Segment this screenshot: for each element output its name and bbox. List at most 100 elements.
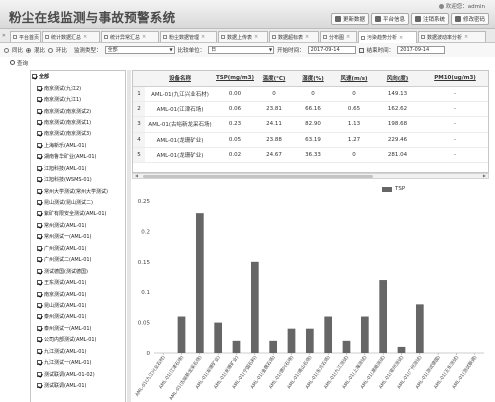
tree-item[interactable]: 九江测试一(AML-01) bbox=[31, 357, 125, 368]
logout-button[interactable]: 注销系统 bbox=[410, 13, 449, 25]
tree-item[interactable]: 公司内部测试(AML-01) bbox=[31, 334, 125, 345]
tree-item[interactable]: 南京测试(九江1) bbox=[31, 94, 125, 105]
tab-distribution[interactable]: 分布图 × bbox=[320, 31, 357, 42]
tree-item[interactable]: 泰州测试一(AML-01) bbox=[31, 323, 125, 334]
col-humidity[interactable]: 湿度(%) bbox=[293, 71, 333, 87]
splitter[interactable] bbox=[127, 70, 131, 402]
close-icon[interactable]: × bbox=[201, 34, 205, 40]
tree-item[interactable]: 江旭科技(WSMS-01) bbox=[31, 174, 125, 185]
tab-dust-data[interactable]: 粉尘数据管理 × bbox=[160, 31, 217, 42]
tree-item[interactable]: 常州大学测试(常州大学测试) bbox=[31, 185, 125, 196]
close-icon[interactable]: × bbox=[254, 34, 258, 40]
checkbox[interactable] bbox=[37, 360, 42, 366]
checkbox[interactable] bbox=[37, 188, 42, 194]
checkbox[interactable] bbox=[37, 302, 42, 308]
checkbox[interactable] bbox=[32, 74, 37, 80]
tree-item[interactable]: 南京测试(九江2) bbox=[31, 82, 125, 93]
tree-item[interactable]: 紫矿有限安全测试(AML-01) bbox=[31, 208, 125, 219]
checkbox[interactable] bbox=[37, 165, 42, 171]
tab-stat-summary[interactable]: 统计数据汇总 × bbox=[42, 31, 100, 42]
tree-item[interactable]: 广州测试(AML-01) bbox=[31, 243, 125, 254]
table-row[interactable]: 2 AML-01(江津石场) 0.06 23.81 66.16 0.65 162.62- bbox=[133, 101, 488, 118]
tab-exceed-table[interactable]: 数据超标表 × bbox=[269, 31, 319, 42]
change-password-button[interactable]: 修改密码 bbox=[450, 13, 489, 25]
checkbox[interactable] bbox=[37, 108, 42, 114]
checkbox[interactable] bbox=[37, 337, 42, 343]
checkbox[interactable] bbox=[37, 177, 42, 183]
query-button[interactable]: 查询 bbox=[17, 59, 28, 67]
tree-item[interactable]: 南京测试(南京测试2) bbox=[31, 105, 125, 116]
tab-stat-anomaly[interactable]: 统计异常汇总 × bbox=[101, 31, 159, 42]
radio-yoy[interactable] bbox=[4, 47, 9, 53]
col-wind-speed[interactable]: 风速(m/s) bbox=[333, 71, 375, 87]
checkbox[interactable] bbox=[37, 85, 42, 91]
chart-legend[interactable]: TSP bbox=[382, 186, 405, 192]
checkbox[interactable] bbox=[37, 257, 42, 263]
checkbox[interactable] bbox=[37, 291, 42, 297]
col-pm10[interactable]: PM10(ug/m3) bbox=[420, 71, 488, 87]
tree-item[interactable]: 常州测试(AML-01) bbox=[31, 220, 125, 231]
checkbox[interactable] bbox=[37, 142, 42, 148]
tree-item[interactable]: 昆山测试(昆山测试二) bbox=[31, 197, 125, 208]
tab-volatility[interactable]: 数据波动率分析 × bbox=[418, 31, 486, 42]
tree-item[interactable]: 测试联调(AML-01) bbox=[31, 380, 125, 391]
tree-root[interactable]: 全部 bbox=[31, 71, 125, 82]
tree-item[interactable]: 江旭科技(AML-01) bbox=[31, 163, 125, 174]
checkbox[interactable] bbox=[37, 131, 42, 137]
checkbox[interactable] bbox=[37, 371, 42, 377]
tab-home[interactable]: 平台首页 bbox=[10, 31, 41, 42]
tree-item[interactable]: 南京测试(AML-01) bbox=[31, 288, 125, 299]
checkbox[interactable] bbox=[37, 97, 42, 103]
table-row[interactable]: 1 AML-01(九江兴业石材) 0.00 0 0 0 149.13- bbox=[133, 86, 488, 102]
tree-item[interactable]: 王东测试(AML-01) bbox=[31, 277, 125, 288]
close-icon[interactable]: × bbox=[399, 35, 403, 41]
tabbar-expand-icon[interactable]: » bbox=[2, 32, 6, 39]
checkbox[interactable] bbox=[37, 222, 42, 228]
col-wind-direction[interactable]: 风向(度) bbox=[375, 71, 420, 87]
search-icon[interactable] bbox=[10, 60, 15, 65]
checkbox[interactable] bbox=[37, 280, 42, 286]
checkbox[interactable] bbox=[37, 119, 42, 125]
checkbox[interactable] bbox=[37, 348, 42, 354]
close-icon[interactable]: × bbox=[346, 34, 350, 40]
table-row[interactable]: 3 AML-01(古峪新龙采石场) 0.23 24.11 82.90 1.13 198.68… bbox=[133, 116, 488, 133]
checkbox[interactable] bbox=[37, 383, 42, 389]
scroll-right-icon[interactable]: ▶ bbox=[483, 173, 486, 178]
tab-upload-table[interactable]: 数据上传表 × bbox=[218, 31, 268, 42]
start-time-input[interactable]: 2017-09-14 bbox=[307, 46, 356, 54]
checkbox[interactable] bbox=[37, 268, 42, 274]
platform-info-button[interactable]: 平台信息 bbox=[370, 13, 409, 25]
col-temperature[interactable]: 温度(°C) bbox=[255, 71, 293, 87]
horizontal-scrollbar[interactable]: ◀ ▶ bbox=[132, 173, 489, 179]
checkbox[interactable] bbox=[37, 200, 42, 206]
tree-item[interactable]: 九江测试(AML-01) bbox=[31, 346, 125, 357]
scrollbar-thumb[interactable] bbox=[143, 175, 373, 178]
table-row[interactable]: 4 AML-01(龙珊矿业) 0.05 23.88 63.19 1.27 229.46- bbox=[133, 132, 488, 149]
tree-item[interactable]: 测试联调(AML-01-02) bbox=[31, 368, 125, 379]
tree-item[interactable]: 湖南鲁华矿业(AML-01) bbox=[31, 151, 125, 162]
checkbox[interactable] bbox=[37, 234, 42, 240]
checkbox[interactable] bbox=[37, 211, 42, 217]
tree-item[interactable]: 上海新乐(AML-01) bbox=[31, 140, 125, 151]
scroll-left-icon[interactable]: ◀ bbox=[135, 173, 138, 178]
checkbox[interactable] bbox=[37, 314, 42, 320]
close-icon[interactable]: × bbox=[464, 34, 468, 40]
radio-mom[interactable] bbox=[48, 47, 54, 53]
radio-mixed[interactable] bbox=[26, 47, 32, 53]
table-row[interactable]: 5 AML-01(龙珊矿业) 0.02 24.67 36.33 0 281.04- bbox=[133, 147, 488, 164]
checkbox[interactable] bbox=[37, 325, 42, 331]
tree-item[interactable]: 南京测试(南京测试1) bbox=[31, 117, 125, 128]
compare-select[interactable]: 日 ▼ bbox=[208, 46, 275, 54]
close-icon[interactable]: × bbox=[142, 34, 146, 40]
end-time-input[interactable]: 2017-09-14 bbox=[397, 46, 446, 54]
type-select[interactable]: 全部 ▼ bbox=[104, 46, 175, 54]
tab-pollution-trend[interactable]: 污染趋势分析 × bbox=[358, 31, 417, 43]
refresh-data-button[interactable]: 更新数据 bbox=[330, 13, 369, 25]
tree-item[interactable]: 南京测试(南京测试3) bbox=[31, 128, 125, 139]
close-icon[interactable]: × bbox=[83, 34, 87, 40]
checkbox[interactable] bbox=[37, 245, 42, 251]
checkbox[interactable] bbox=[37, 154, 42, 160]
tree-item[interactable]: 测试德国(测试德国) bbox=[31, 265, 125, 276]
tree-item[interactable]: 广州测试二(AML-01) bbox=[31, 254, 125, 265]
tree-item[interactable]: 泰州测试(AML-01) bbox=[31, 311, 125, 322]
